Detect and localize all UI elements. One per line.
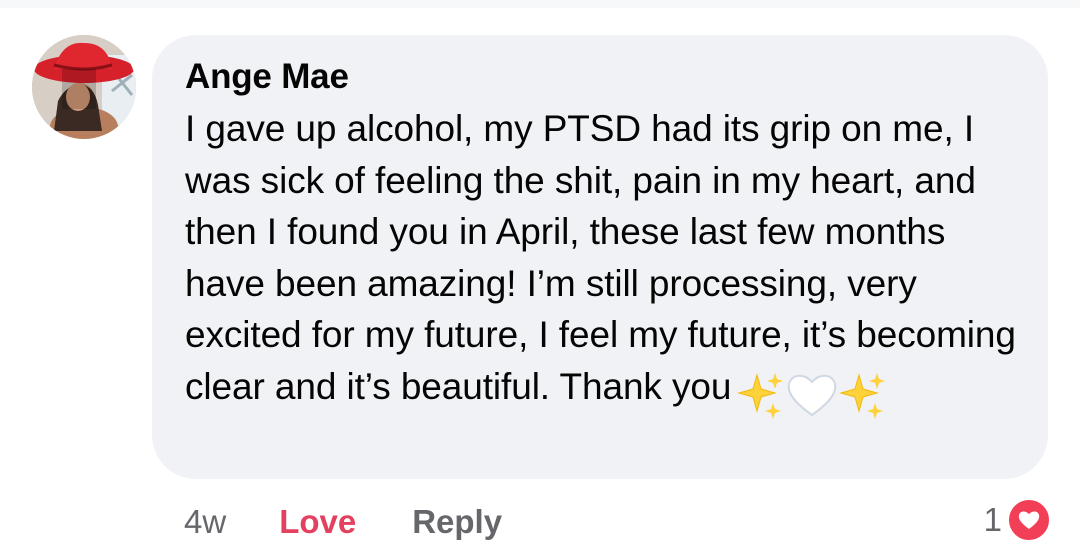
comment-screen: Ange Mae I gave up alcohol, my PTSD had … [0, 0, 1080, 552]
sparkles-icon [737, 373, 784, 420]
comment-actions: 4w Love Reply [184, 500, 502, 544]
reaction-count: 1 [983, 501, 1002, 538]
comment-body: I gave up alcohol, my PTSD had its grip … [185, 103, 1018, 420]
profile-photo [32, 35, 136, 139]
avatar[interactable] [32, 35, 136, 139]
comment-text: I gave up alcohol, my PTSD had its grip … [185, 108, 1016, 407]
top-divider [0, 0, 1080, 8]
comment-bubble: Ange Mae I gave up alcohol, my PTSD had … [152, 35, 1048, 479]
love-reaction-icon [1006, 497, 1052, 543]
emoji-group [737, 367, 887, 420]
love-button[interactable]: Love [279, 503, 356, 541]
heart-icon [1018, 511, 1040, 529]
reaction-summary[interactable]: 1 [984, 496, 1052, 544]
white-heart-icon [788, 375, 837, 417]
reply-button[interactable]: Reply [412, 503, 502, 541]
author-name[interactable]: Ange Mae [185, 55, 1018, 99]
timestamp[interactable]: 4w [184, 503, 226, 541]
sparkles-icon [839, 373, 886, 420]
